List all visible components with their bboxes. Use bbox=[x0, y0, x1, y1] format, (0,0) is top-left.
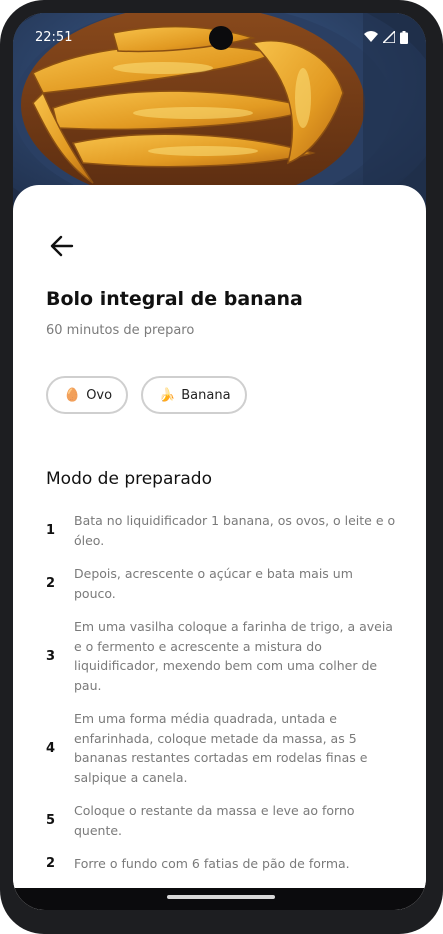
battery-icon bbox=[400, 30, 408, 44]
step-item: 4 Em uma forma média quadrada, untada e … bbox=[46, 709, 396, 787]
ingredient-label: Ovo bbox=[86, 387, 113, 403]
camera-cutout bbox=[209, 26, 233, 50]
home-indicator[interactable] bbox=[167, 895, 275, 899]
recipe-details-card: Bolo integral de banana 60 minutos de pr… bbox=[13, 185, 426, 910]
back-button[interactable] bbox=[47, 231, 77, 261]
step-text: Coloque o restante da massa e leve ao fo… bbox=[74, 803, 355, 838]
ingredient-label: Banana bbox=[181, 387, 231, 403]
method-section-title: Modo de preparado bbox=[46, 469, 212, 489]
step-text: Bata no liquidificador 1 banana, os ovos… bbox=[74, 513, 396, 548]
status-time: 22:51 bbox=[35, 30, 73, 45]
step-number: 1 bbox=[46, 523, 56, 538]
ingredient-chips: 🥚 Ovo 🍌 Banana bbox=[46, 376, 247, 414]
ingredient-chip-banana[interactable]: 🍌 Banana bbox=[141, 376, 247, 414]
step-item: 2 Depois, acrescente o açúcar e bata mai… bbox=[46, 564, 396, 603]
phone-frame: 22:51 Bolo integral de banana 60 minutos… bbox=[0, 0, 443, 934]
screen: 22:51 Bolo integral de banana 60 minutos… bbox=[13, 13, 426, 910]
signal-icon bbox=[383, 31, 395, 43]
step-text: Forre o fundo com 6 fatias de pão de for… bbox=[74, 856, 350, 871]
step-item: 2 Forre o fundo com 6 fatias de pão de f… bbox=[46, 854, 396, 874]
step-number: 4 bbox=[46, 740, 56, 756]
step-number: 3 bbox=[46, 648, 56, 664]
step-item: 3 Em uma vasilha coloque a farinha de tr… bbox=[46, 617, 396, 695]
arrow-left-icon bbox=[50, 235, 74, 257]
navigation-bar bbox=[13, 888, 426, 910]
step-text: Em uma forma média quadrada, untada e en… bbox=[74, 711, 368, 785]
egg-icon: 🥚 bbox=[64, 387, 81, 403]
step-number: 5 bbox=[46, 813, 56, 828]
ingredient-chip-ovo[interactable]: 🥚 Ovo bbox=[46, 376, 129, 414]
method-steps-list: 1 Bata no liquidificador 1 banana, os ov… bbox=[46, 511, 396, 888]
step-number: 2 bbox=[46, 856, 56, 872]
status-icons bbox=[364, 30, 408, 44]
recipe-prep-time: 60 minutos de preparo bbox=[46, 323, 195, 338]
step-text: Depois, acrescente o açúcar e bata mais … bbox=[74, 566, 353, 601]
banana-icon: 🍌 bbox=[159, 387, 176, 403]
step-item: 5 Coloque o restante da massa e leve ao … bbox=[46, 801, 396, 840]
step-number: 2 bbox=[46, 576, 56, 591]
step-text: Em uma vasilha coloque a farinha de trig… bbox=[74, 619, 393, 693]
status-bar: 22:51 bbox=[13, 13, 426, 53]
recipe-title: Bolo integral de banana bbox=[46, 288, 303, 310]
wifi-icon bbox=[364, 31, 378, 42]
step-item: 1 Bata no liquidificador 1 banana, os ov… bbox=[46, 511, 396, 550]
